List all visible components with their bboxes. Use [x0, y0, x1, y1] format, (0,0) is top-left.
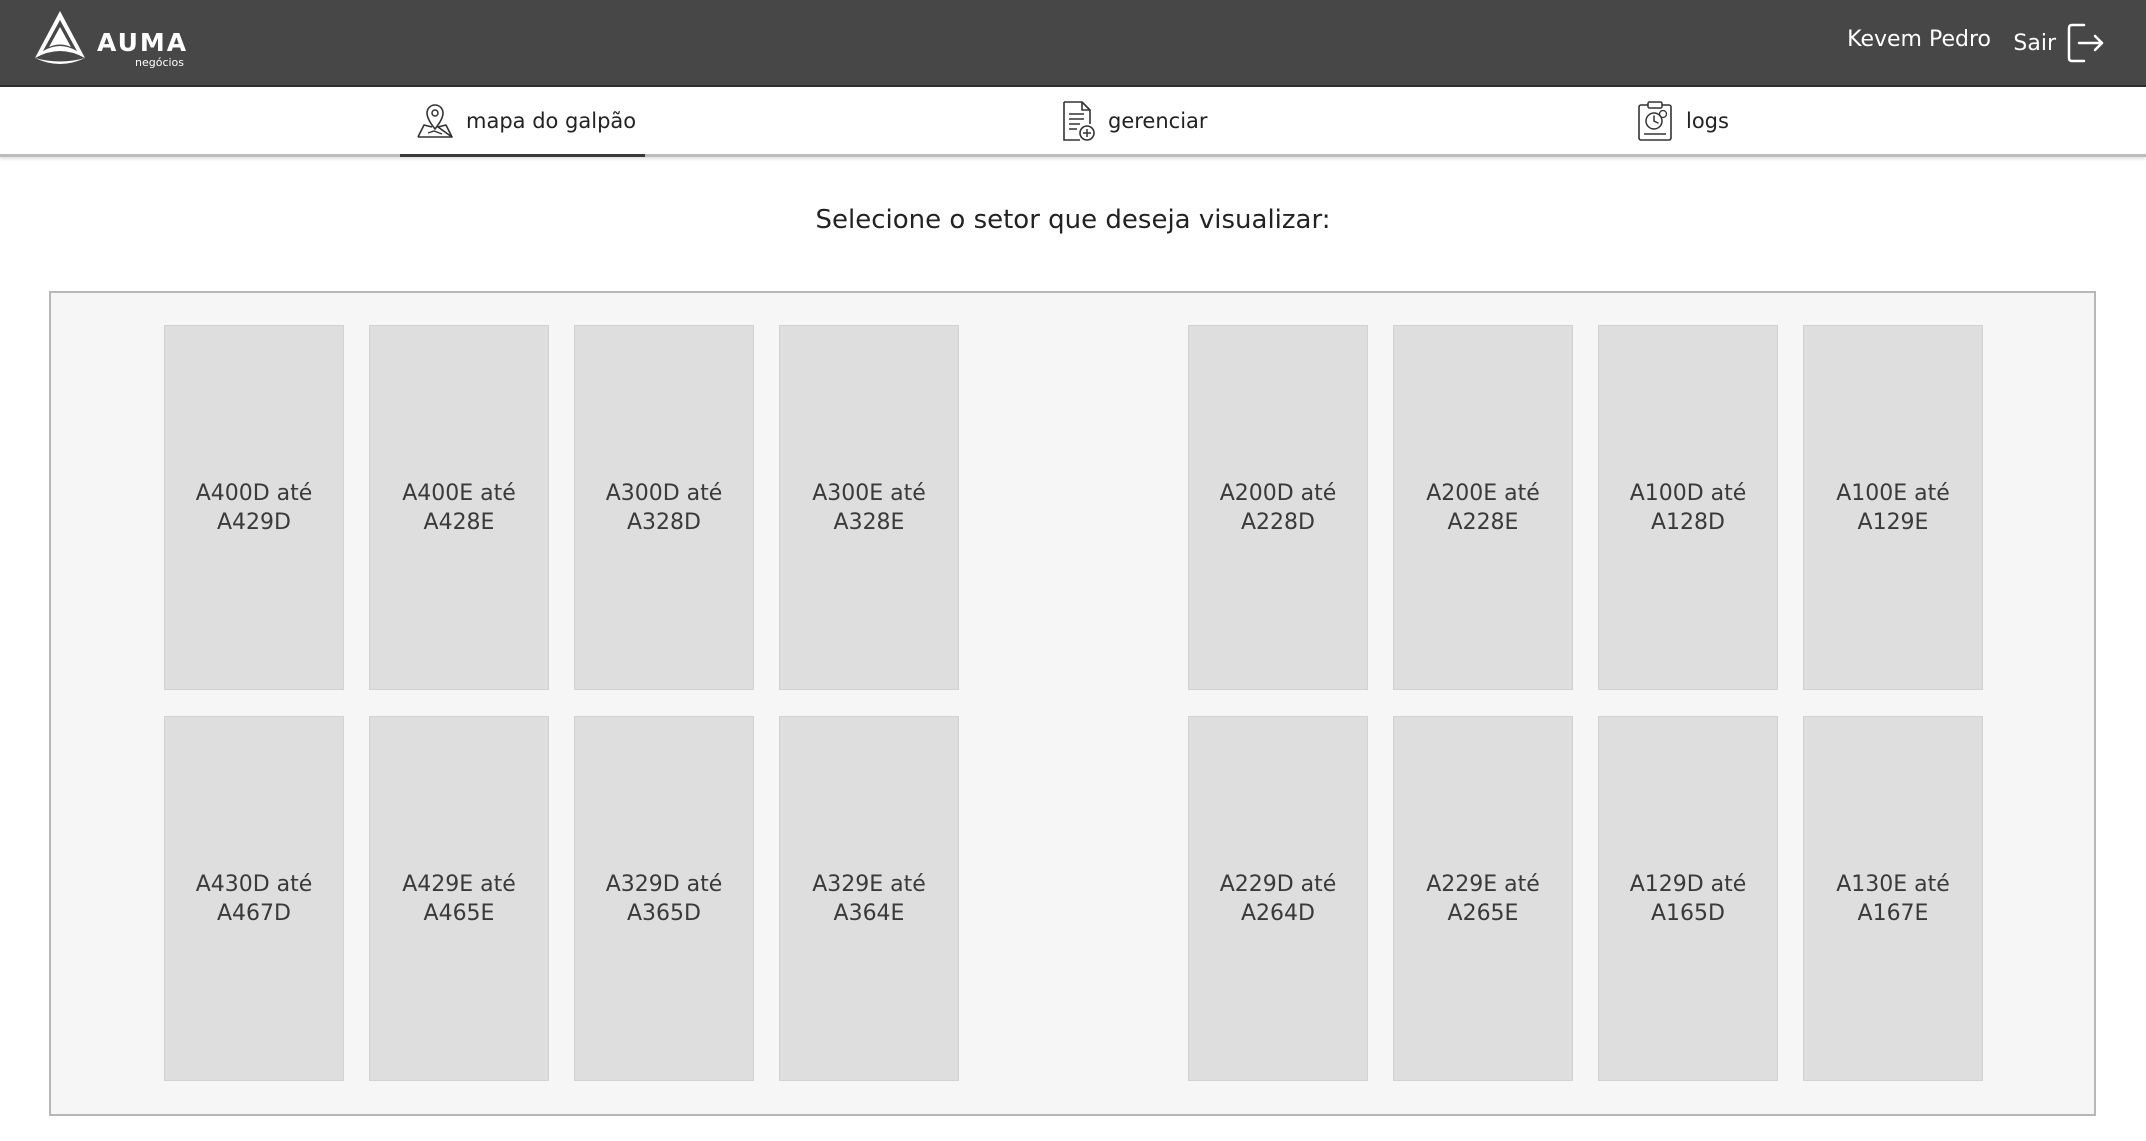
warehouse-map: A400D até A429D A400E até A428E A300D at…	[49, 291, 2096, 1116]
sector-a329e-a364e[interactable]: A329E até A364E	[779, 716, 959, 1081]
sector-a100d-a128d[interactable]: A100D até A128D	[1598, 325, 1778, 690]
map-pin-icon	[417, 103, 453, 138]
sector-a329d-a365d[interactable]: A329D até A365D	[574, 716, 754, 1081]
sector-a229d-a264d[interactable]: A229D até A264D	[1188, 716, 1368, 1081]
sector-a200d-a228d[interactable]: A200D até A228D	[1188, 325, 1368, 690]
logo-text: AUMA	[97, 28, 189, 57]
sector-a100e-a129e[interactable]: A100E até A129E	[1803, 325, 1983, 690]
logout-icon	[2067, 23, 2104, 63]
tab-gerenciar[interactable]: gerenciar	[1060, 87, 1260, 154]
user-name: Kevem Pedro	[1847, 27, 1991, 52]
clipboard-clock-icon	[1638, 100, 1672, 141]
sector-a400d-a429d[interactable]: A400D até A429D	[164, 325, 344, 690]
tab-label: gerenciar	[1108, 108, 1208, 133]
tab-logs[interactable]: logs	[1636, 87, 1776, 154]
sector-a429e-a465e[interactable]: A429E até A465E	[369, 716, 549, 1081]
tab-label: logs	[1686, 108, 1729, 133]
sector-a229e-a265e[interactable]: A229E até A265E	[1393, 716, 1573, 1081]
sector-a130e-a167e[interactable]: A130E até A167E	[1803, 716, 1983, 1081]
document-add-icon	[1063, 100, 1095, 141]
sector-a430d-a467d[interactable]: A430D até A467D	[164, 716, 344, 1081]
auma-logo[interactable]: AUMA negócios	[30, 8, 190, 74]
nav-tabs: mapa do galpão gerenciar logs	[0, 87, 2146, 157]
tab-mapa-do-galpao[interactable]: mapa do galpão	[400, 87, 645, 157]
tab-label: mapa do galpão	[466, 108, 637, 133]
logo-subtext: negócios	[135, 56, 185, 69]
sector-a300d-a328d[interactable]: A300D até A328D	[574, 325, 754, 690]
sector-a129d-a165d[interactable]: A129D até A165D	[1598, 716, 1778, 1081]
sector-a400e-a428e[interactable]: A400E até A428E	[369, 325, 549, 690]
logout-button[interactable]: Sair	[2013, 20, 2106, 66]
top-header: AUMA negócios Kevem Pedro Sair	[0, 0, 2146, 87]
auma-logo-icon	[35, 11, 85, 64]
sector-a300e-a328e[interactable]: A300E até A328E	[779, 325, 959, 690]
sector-a200e-a228e[interactable]: A200E até A228E	[1393, 325, 1573, 690]
sector-instruction: Selecione o setor que deseja visualizar:	[815, 205, 1331, 235]
logout-label: Sair	[2013, 30, 2056, 56]
active-tab-indicator	[400, 154, 645, 157]
